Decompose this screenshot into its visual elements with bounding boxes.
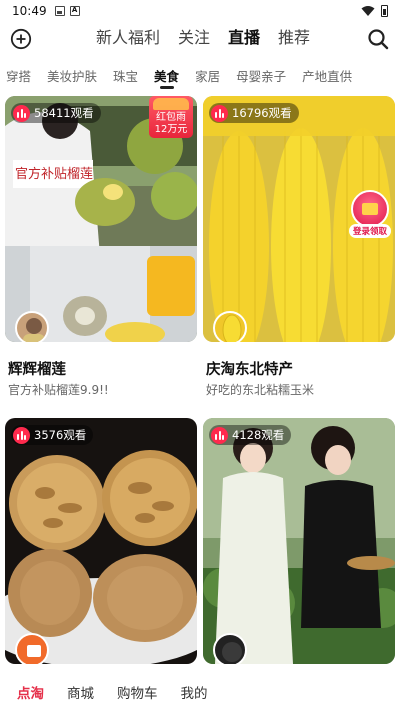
- live-cover-image[interactable]: 16796观看 登录领取: [203, 96, 395, 342]
- viewer-count-badge: 16796观看: [209, 103, 299, 123]
- avatar[interactable]: [15, 311, 49, 342]
- login-claim-badge[interactable]: 登录领取: [349, 190, 391, 238]
- red-packet-badge[interactable]: 红包雨 12万元: [149, 96, 193, 138]
- live-card[interactable]: 4128观看: [203, 418, 395, 680]
- bottom-tab-profile[interactable]: 我的: [181, 682, 208, 702]
- top-nav: 新人福利 关注 直播 推荐: [0, 22, 400, 56]
- status-time: 10:49: [12, 4, 47, 18]
- bottom-tab-diantao[interactable]: 点淘: [17, 682, 44, 702]
- viewer-count: 4128观看: [232, 428, 285, 442]
- red-packet-title: 红包雨: [156, 112, 186, 123]
- top-tabs: 新人福利 关注 直播 推荐: [96, 26, 310, 50]
- category-tab-food[interactable]: 美食: [154, 64, 179, 90]
- image-icon: [54, 6, 65, 16]
- bottom-tab-mall[interactable]: 商城: [67, 682, 94, 702]
- tea-garden-image: [203, 418, 395, 664]
- category-tab-jewelry[interactable]: 珠宝: [113, 64, 138, 90]
- category-tab-home[interactable]: 家居: [195, 64, 220, 90]
- live-card[interactable]: 3576观看: [5, 418, 197, 680]
- bottom-nav: 点淘 商城 购物车 我的: [0, 673, 400, 711]
- wifi-icon: [361, 6, 375, 16]
- viewer-count: 58411观看: [34, 106, 94, 120]
- gift-icon: [351, 190, 389, 228]
- font-icon: A: [69, 6, 80, 16]
- card-subtitle: 好吃的东北粘糯玉米: [206, 383, 315, 397]
- live-card[interactable]: 16796观看 登录领取 庆淘东北特产 好吃的东北粘糯玉米: [203, 96, 395, 398]
- search-icon[interactable]: [366, 27, 390, 51]
- card-title[interactable]: 辉辉榴莲: [5, 358, 197, 379]
- live-cover-image[interactable]: 官方补贴榴莲 58411观看 红包雨 12万元: [5, 96, 197, 342]
- tab-following[interactable]: 关注: [178, 26, 210, 50]
- category-tabs: 穿搭 美妆护肤 珠宝 美食 家居 母婴亲子 产地直供: [0, 64, 400, 90]
- live-icon: [13, 426, 30, 444]
- category-tab-mother-baby[interactable]: 母婴亲子: [236, 64, 286, 90]
- category-tab-beauty[interactable]: 美妆护肤: [47, 64, 97, 90]
- viewer-count: 16796观看: [232, 106, 292, 120]
- svg-text:官方补贴榴莲: 官方补贴榴莲: [15, 166, 93, 182]
- tab-recommend[interactable]: 推荐: [278, 26, 310, 50]
- card-title[interactable]: 庆淘东北特产: [203, 358, 395, 379]
- live-icon: [13, 104, 30, 122]
- battery-icon: [381, 5, 388, 17]
- live-card[interactable]: 官方补贴榴莲 58411观看 红包雨 12万元 辉辉榴莲 官方补贴榴莲9.9!!: [5, 96, 197, 398]
- tab-live[interactable]: 直播: [228, 26, 260, 50]
- viewer-count: 3576观看: [34, 428, 87, 442]
- live-icon: [211, 426, 228, 444]
- viewer-count-badge: 58411观看: [11, 103, 101, 123]
- walnut-image: [5, 418, 197, 664]
- avatar[interactable]: [213, 633, 247, 664]
- live-cover-image[interactable]: 3576观看: [5, 418, 197, 664]
- live-icon: [211, 104, 228, 122]
- card-subtitle: 官方补贴榴莲9.9!!: [8, 383, 109, 397]
- add-icon[interactable]: [10, 28, 32, 50]
- login-claim-label: 登录领取: [349, 224, 391, 238]
- bottom-tab-cart[interactable]: 购物车: [117, 682, 158, 702]
- viewer-count-badge: 4128观看: [209, 425, 292, 445]
- avatar[interactable]: [213, 311, 247, 342]
- red-packet-amount: 12万元: [154, 124, 188, 135]
- category-tab-clothing[interactable]: 穿搭: [6, 64, 31, 90]
- status-bar: 10:49 A: [0, 0, 400, 22]
- live-cover-image[interactable]: 4128观看: [203, 418, 395, 664]
- tab-new-user-benefits[interactable]: 新人福利: [96, 26, 160, 50]
- category-tab-origin-direct[interactable]: 产地直供: [302, 64, 352, 90]
- viewer-count-badge: 3576观看: [11, 425, 94, 445]
- avatar[interactable]: [15, 633, 49, 664]
